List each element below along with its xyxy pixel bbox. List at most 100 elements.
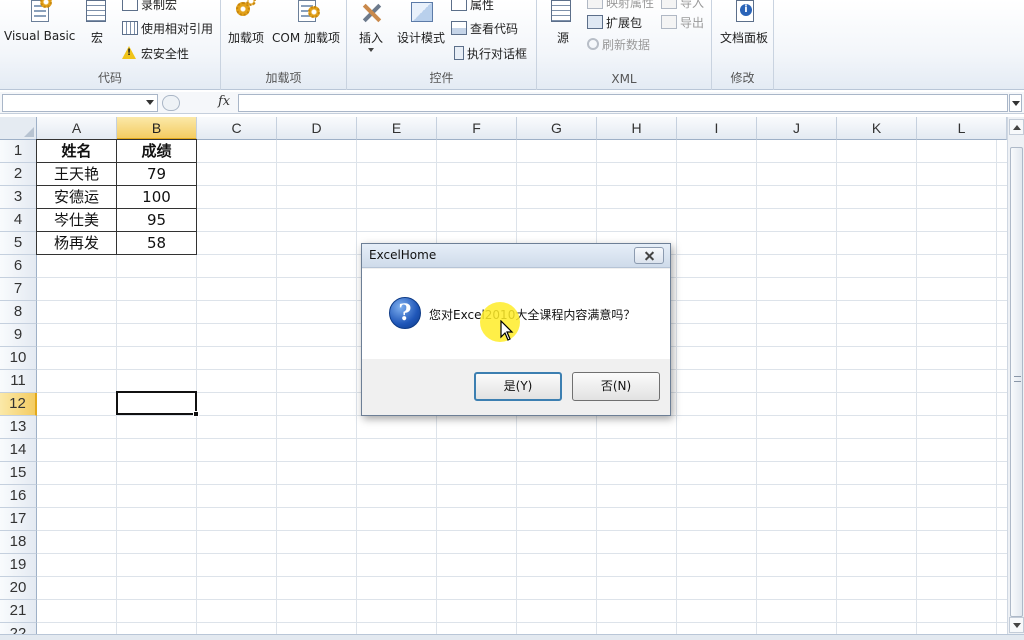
row-header-16[interactable]: 16 — [0, 485, 37, 508]
fill-handle[interactable] — [193, 411, 199, 417]
xml-source-button[interactable]: 源 — [547, 0, 579, 48]
relative-reference-label: 使用相对引用 — [141, 21, 214, 36]
design-mode-icon — [407, 0, 435, 26]
expansion-packs-button[interactable]: 扩展包 — [587, 12, 642, 32]
ribbon-group-label-modify: 修改 — [730, 71, 755, 85]
ribbon-group-addins: 加载项 COM 加载项 加载项 — [221, 0, 347, 90]
row-header-13[interactable]: 13 — [0, 416, 37, 439]
refresh-data-button[interactable]: 刷新数据 — [587, 34, 650, 54]
active-cell-b12[interactable] — [116, 391, 197, 415]
macros-button[interactable]: 宏 — [80, 0, 114, 48]
addins-label: 加载项 — [227, 31, 264, 45]
chevron-down-icon[interactable] — [146, 100, 154, 105]
row-header-6[interactable]: 6 — [0, 255, 37, 278]
expand-formula-bar-button[interactable] — [1009, 94, 1022, 112]
table-cell[interactable]: 岑仕美 — [36, 209, 117, 232]
macros-label: 宏 — [90, 31, 103, 45]
table-header-name[interactable]: 姓名 — [36, 139, 117, 163]
info-icon — [730, 0, 758, 26]
macro-security-button[interactable]: 宏安全性 — [122, 43, 189, 63]
map-properties-button[interactable]: 映射属性 — [587, 0, 654, 12]
row-header-14[interactable]: 14 — [0, 439, 37, 462]
ribbon: Visual Basic 宏 录制宏 使用相对引用 宏安全性 代码 — [0, 0, 1024, 90]
column-header-i[interactable]: I — [677, 117, 757, 140]
com-addins-button[interactable]: COM 加载项 — [269, 0, 343, 48]
table-cell[interactable]: 79 — [117, 163, 197, 186]
insert-function-icon[interactable]: fx — [218, 94, 230, 109]
scroll-up-button[interactable] — [1009, 119, 1024, 135]
row-header-1[interactable]: 1 — [0, 140, 37, 163]
column-header-j[interactable]: J — [757, 117, 837, 140]
dialog-message: 您对Excel2010大全课程内容满意吗？ — [429, 308, 636, 322]
table-header-score[interactable]: 成绩 — [117, 139, 197, 163]
column-header-l[interactable]: L — [917, 117, 1007, 140]
relative-reference-icon — [122, 21, 138, 35]
run-dialog-label: 执行对话框 — [467, 46, 528, 61]
row-header-21[interactable]: 21 — [0, 600, 37, 623]
row-header-5[interactable]: 5 — [0, 232, 37, 255]
table-cell[interactable]: 95 — [117, 209, 197, 232]
table-cell[interactable]: 杨再发 — [36, 232, 117, 255]
table-cell[interactable]: 100 — [117, 186, 197, 209]
row-header-8[interactable]: 8 — [0, 301, 37, 324]
vertical-scrollbar[interactable] — [1007, 117, 1024, 637]
addins-button[interactable]: 加载项 — [226, 0, 266, 48]
column-header-g[interactable]: G — [517, 117, 597, 140]
row-header-3[interactable]: 3 — [0, 186, 37, 209]
export-icon — [661, 15, 677, 29]
column-header-e[interactable]: E — [357, 117, 437, 140]
formula-input[interactable] — [238, 94, 1008, 112]
select-all-button[interactable] — [0, 117, 37, 140]
table-cell[interactable]: 安德运 — [36, 186, 117, 209]
row-header-20[interactable]: 20 — [0, 577, 37, 600]
insert-control-button[interactable]: 插入 — [353, 0, 389, 52]
import-button[interactable]: 导入 — [661, 0, 704, 12]
properties-icon — [451, 0, 467, 11]
close-button[interactable] — [634, 247, 664, 264]
view-code-button[interactable]: 查看代码 — [451, 18, 518, 38]
table-cell[interactable]: 王天艳 — [36, 163, 117, 186]
row-header-18[interactable]: 18 — [0, 531, 37, 554]
run-dialog-button[interactable]: 执行对话框 — [451, 43, 527, 63]
column-header-a[interactable]: A — [37, 117, 117, 140]
dialog-titlebar[interactable]: ExcelHome — [362, 244, 670, 268]
expansion-packs-label: 扩展包 — [606, 15, 643, 30]
row-header-11[interactable]: 11 — [0, 370, 37, 393]
tools-icon — [357, 0, 385, 26]
record-macro-button[interactable]: 录制宏 — [122, 0, 177, 14]
row-header-12[interactable]: 12 — [0, 393, 37, 416]
column-header-f[interactable]: F — [437, 117, 517, 140]
ribbon-group-controls: 插入 设计模式 属性 查看代码 执行对话框 控件 — [347, 0, 537, 90]
column-header-c[interactable]: C — [197, 117, 277, 140]
column-header-h[interactable]: H — [597, 117, 677, 140]
yes-button[interactable]: 是(Y) — [474, 372, 562, 401]
row-header-15[interactable]: 15 — [0, 462, 37, 485]
properties-button[interactable]: 属性 — [451, 0, 494, 14]
scroll-down-button[interactable] — [1009, 617, 1024, 633]
document-panel-button[interactable]: 文档面板 — [716, 0, 772, 48]
row-header-17[interactable]: 17 — [0, 508, 37, 531]
visual-basic-button[interactable]: Visual Basic — [4, 0, 75, 48]
column-header-k[interactable]: K — [837, 117, 917, 140]
column-header-d[interactable]: D — [277, 117, 357, 140]
design-mode-button[interactable]: 设计模式 — [394, 0, 448, 48]
record-macro-icon — [122, 0, 138, 11]
export-button[interactable]: 导出 — [661, 12, 704, 32]
row-header-7[interactable]: 7 — [0, 278, 37, 301]
scrollbar-thumb[interactable] — [1010, 147, 1023, 617]
view-code-icon — [451, 21, 467, 35]
row-header-2[interactable]: 2 — [0, 163, 37, 186]
row-header-10[interactable]: 10 — [0, 347, 37, 370]
map-properties-label: 映射属性 — [606, 0, 655, 10]
relative-reference-button[interactable]: 使用相对引用 — [122, 18, 213, 38]
name-box[interactable] — [2, 94, 158, 112]
row-header-4[interactable]: 4 — [0, 209, 37, 232]
row-header-9[interactable]: 9 — [0, 324, 37, 347]
column-header-b[interactable]: B — [117, 117, 197, 140]
ribbon-group-label-controls: 控件 — [429, 71, 454, 85]
table-cell[interactable]: 58 — [117, 232, 197, 255]
sheet-tab-bar[interactable] — [0, 634, 1024, 640]
no-button[interactable]: 否(N) — [572, 372, 660, 401]
row-header-19[interactable]: 19 — [0, 554, 37, 577]
formula-bar-splitter[interactable] — [162, 95, 180, 111]
